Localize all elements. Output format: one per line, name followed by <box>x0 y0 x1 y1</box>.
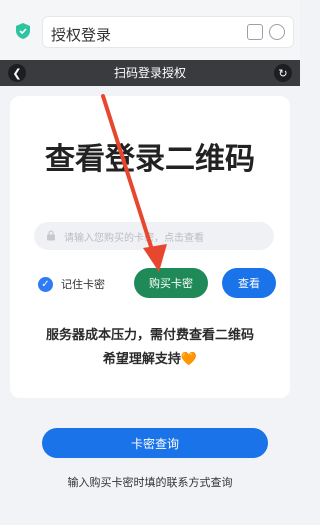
remember-label: 记住卡密 <box>61 278 105 291</box>
lock-icon <box>47 230 55 241</box>
page-title: 授权登录 <box>51 26 112 44</box>
buy-card-button[interactable]: 购买卡密 <box>134 268 208 298</box>
view-button[interactable]: 查看 <box>222 268 276 298</box>
refresh-icon[interactable] <box>269 24 285 40</box>
input-placeholder: 请输入您购买的卡密，点击查看 <box>64 233 204 244</box>
query-hint: 输入购买卡密时填的联系方式查询 <box>67 476 233 489</box>
app-frame: 授权登录 ❮ 扫码登录授权 ↻ 查看登录二维码 请输入您购买的卡密，点击查看 ✓… <box>0 0 300 525</box>
nav-bar: ❮ 扫码登录授权 ↻ <box>0 60 300 86</box>
notice-line-1: 服务器成本压力，需付费查看二维码 <box>45 328 254 343</box>
login-card: 查看登录二维码 请输入您购买的卡密，点击查看 ✓ 记住卡密 购买卡密 查看 服务… <box>10 96 290 398</box>
reload-icon[interactable]: ↻ <box>274 64 292 82</box>
title-box[interactable]: 授权登录 <box>42 16 294 48</box>
top-bar: 授权登录 <box>0 0 300 60</box>
nav-title: 扫码登录授权 <box>113 66 186 80</box>
notice-line-2: 希望理解支持🧡 <box>10 348 290 367</box>
shield-icon <box>16 23 30 39</box>
card-query-button[interactable]: 卡密查询 <box>42 428 268 458</box>
notice-line-2-text: 希望理解支持 <box>102 352 181 367</box>
bookmark-icon[interactable] <box>247 24 263 40</box>
check-icon: ✓ <box>38 276 53 292</box>
card-headline: 查看登录二维码 <box>45 142 255 177</box>
heart-icon: 🧡 <box>180 352 198 367</box>
remember-checkbox[interactable]: ✓ 记住卡密 <box>38 276 105 292</box>
card-key-input[interactable]: 请输入您购买的卡密，点击查看 <box>34 222 274 250</box>
